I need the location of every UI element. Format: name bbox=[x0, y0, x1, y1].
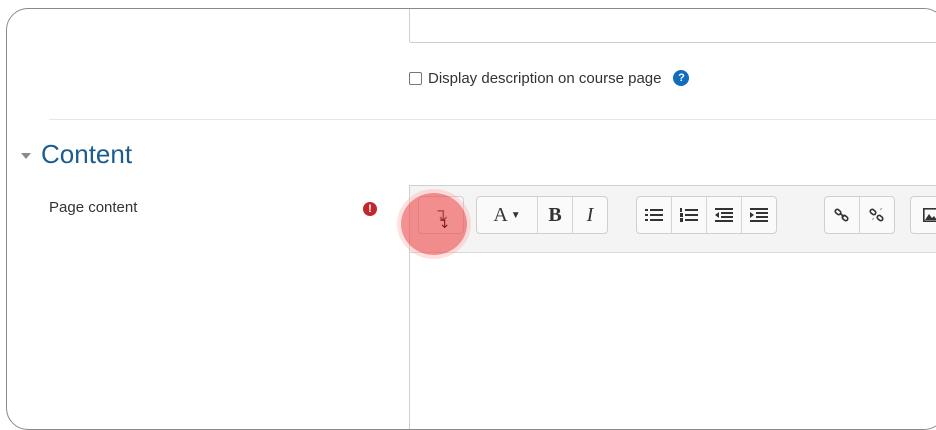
italic-label: I bbox=[586, 203, 594, 226]
outdent-button[interactable] bbox=[707, 197, 742, 233]
page-frame: Display description on course page ? Con… bbox=[6, 8, 936, 430]
ordered-list-icon bbox=[680, 208, 698, 222]
display-description-label: Display description on course page bbox=[428, 69, 662, 87]
indent-button[interactable] bbox=[742, 197, 776, 233]
toolbar-group-text: A ▼ B I bbox=[476, 196, 608, 234]
image-button[interactable] bbox=[911, 197, 936, 233]
description-textarea[interactable] bbox=[409, 9, 936, 43]
section-title: Content bbox=[41, 139, 133, 169]
toolbar-group-links bbox=[824, 196, 895, 234]
click-indicator: ↴ bbox=[401, 193, 467, 255]
bold-label: B bbox=[548, 203, 562, 226]
ordered-list-button[interactable] bbox=[672, 197, 707, 233]
display-description-checkbox[interactable] bbox=[409, 71, 422, 85]
image-icon bbox=[923, 208, 936, 222]
help-icon[interactable]: ? bbox=[673, 70, 690, 86]
bold-button[interactable]: B bbox=[538, 197, 573, 233]
display-description-row: Display description on course page ? bbox=[409, 67, 690, 89]
unordered-list-icon bbox=[645, 209, 663, 221]
chevron-down-icon: ▼ bbox=[510, 209, 521, 221]
link-button[interactable] bbox=[825, 197, 860, 233]
collapse-caret-icon bbox=[21, 152, 31, 159]
link-icon bbox=[834, 208, 849, 222]
italic-button[interactable]: I bbox=[573, 197, 607, 233]
unordered-list-button[interactable] bbox=[637, 197, 672, 233]
editor-toolbar: ↴ A ▼ B I bbox=[410, 186, 936, 253]
indent-icon bbox=[750, 208, 768, 222]
unlink-icon bbox=[869, 207, 884, 222]
section-divider bbox=[49, 119, 936, 120]
toolbar-group-media bbox=[910, 196, 936, 234]
page-content-editor[interactable]: ↴ A ▼ B I bbox=[409, 185, 936, 429]
outdent-icon bbox=[715, 208, 733, 222]
click-target-glyph: ↴ bbox=[437, 215, 449, 231]
toolbar-group-lists bbox=[636, 196, 777, 234]
unlink-button[interactable] bbox=[860, 197, 894, 233]
required-icon: ! bbox=[363, 202, 377, 216]
font-size-label: A bbox=[493, 203, 508, 226]
font-size-button[interactable]: A ▼ bbox=[477, 197, 538, 233]
page-content-label: Page content bbox=[49, 199, 138, 216]
content-section-toggle[interactable]: Content bbox=[21, 139, 132, 170]
